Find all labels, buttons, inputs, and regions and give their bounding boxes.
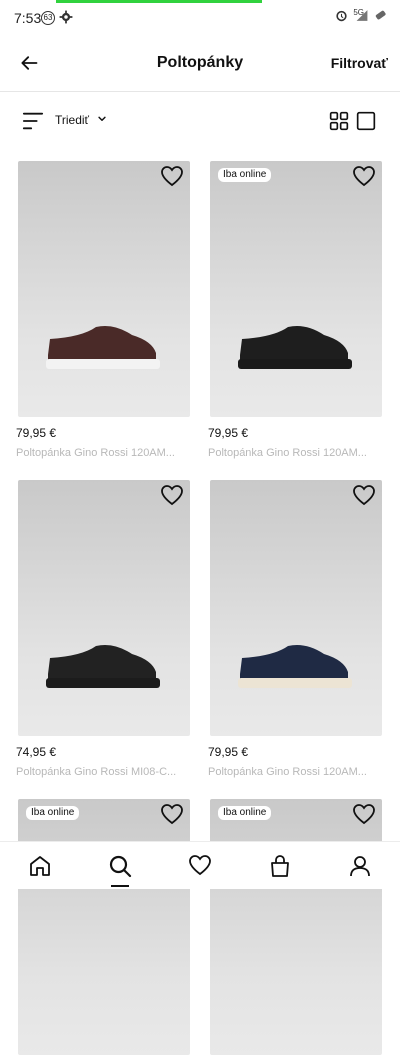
- home-icon[interactable]: [28, 854, 52, 878]
- product-image[interactable]: [18, 480, 190, 736]
- product-image[interactable]: [18, 161, 190, 417]
- chevron-down-icon[interactable]: [97, 114, 107, 124]
- search-icon[interactable]: [108, 854, 132, 878]
- heart-icon[interactable]: [352, 803, 376, 827]
- shoe-sole: [46, 678, 160, 688]
- shoe-image: [238, 645, 352, 688]
- app-bar: Poltopánky Filtrovať: [0, 34, 400, 92]
- shoe-image: [46, 326, 160, 369]
- grid-view-icon[interactable]: [329, 111, 349, 131]
- product-price: 79,95 €: [208, 745, 249, 759]
- product-price: 79,95 €: [16, 426, 57, 440]
- single-view-icon[interactable]: [356, 111, 376, 131]
- notification-badge: 63: [41, 11, 55, 25]
- status-right-icons: 5G: [335, 8, 388, 22]
- profile-icon[interactable]: [348, 854, 372, 878]
- filter-button[interactable]: Filtrovať: [331, 55, 388, 71]
- status-time: 7:53: [14, 10, 42, 26]
- online-only-badge: Iba online: [26, 806, 80, 820]
- shoe-image: [238, 326, 352, 369]
- signal-icon: [356, 10, 368, 21]
- heart-icon[interactable]: [188, 854, 212, 878]
- settings-gear-icon: [59, 10, 73, 24]
- shoe-upper: [48, 326, 156, 361]
- heart-icon[interactable]: [160, 803, 184, 827]
- shoe-upper: [240, 645, 348, 680]
- sort-icon[interactable]: [22, 110, 44, 132]
- status-progress-bar: [56, 0, 262, 3]
- shoe-upper: [48, 645, 156, 680]
- heart-icon[interactable]: [160, 484, 184, 508]
- product-name[interactable]: Poltopánka Gino Rossi MI08-C...: [16, 766, 188, 778]
- bottom-navigation: [0, 841, 400, 889]
- product-name[interactable]: Poltopánka Gino Rossi 120AM...: [208, 766, 380, 778]
- online-only-badge: Iba online: [218, 168, 272, 182]
- shoe-sole: [238, 359, 352, 369]
- product-price: 74,95 €: [16, 745, 57, 759]
- product-name[interactable]: Poltopánka Gino Rossi 120AM...: [16, 447, 188, 459]
- heart-icon[interactable]: [352, 484, 376, 508]
- product-image[interactable]: Iba online: [210, 799, 382, 1055]
- online-only-badge: Iba online: [218, 806, 272, 820]
- product-price: 79,95 €: [208, 426, 249, 440]
- shoe-sole: [46, 359, 160, 369]
- product-name[interactable]: Poltopánka Gino Rossi 120AM...: [208, 447, 380, 459]
- heart-icon[interactable]: [352, 165, 376, 189]
- product-image[interactable]: [210, 480, 382, 736]
- product-image[interactable]: Iba online: [18, 799, 190, 1055]
- shoe-image: [46, 645, 160, 688]
- product-image[interactable]: Iba online: [210, 161, 382, 417]
- active-tab-indicator: [111, 885, 129, 887]
- sort-button-label[interactable]: Triediť: [55, 113, 89, 127]
- shoe-upper: [240, 326, 348, 361]
- heart-icon[interactable]: [160, 165, 184, 189]
- sort-toolbar: Triediť: [0, 93, 400, 149]
- shoe-sole: [238, 678, 352, 688]
- alarm-icon: [336, 10, 347, 22]
- status-bar: 7:53 63 5G: [0, 0, 400, 34]
- battery-icon: [375, 10, 386, 20]
- bag-icon[interactable]: [268, 854, 292, 878]
